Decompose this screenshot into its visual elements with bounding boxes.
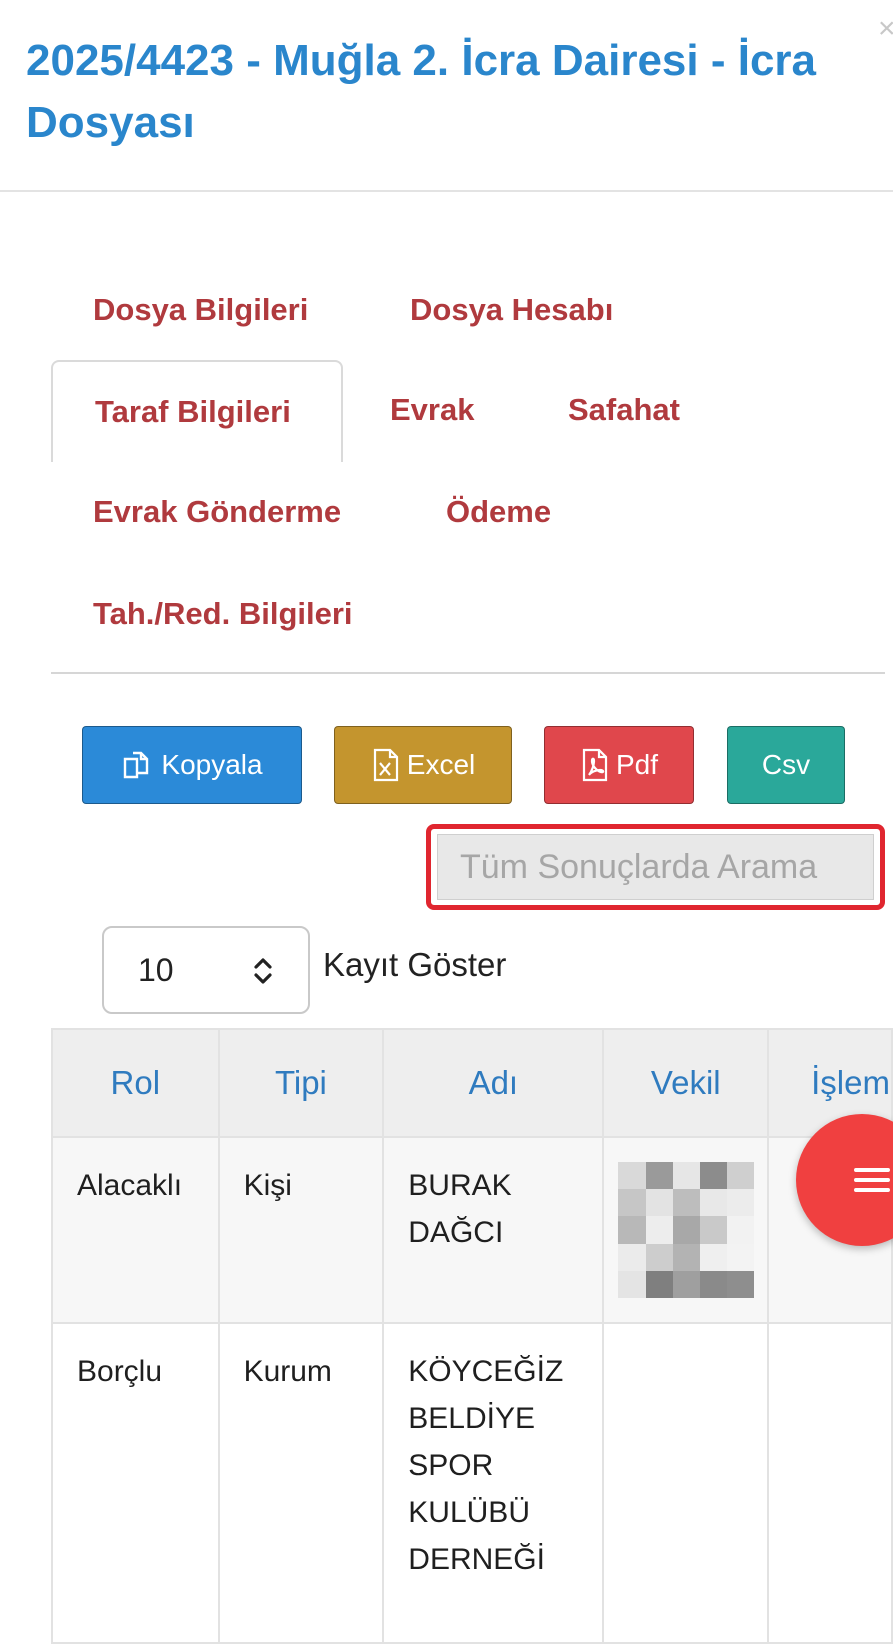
search-input[interactable] (437, 834, 874, 900)
cell-vekil (602, 1322, 770, 1644)
tab-odeme[interactable]: Ödeme (446, 492, 551, 532)
excel-button-label: Excel (406, 749, 476, 780)
page-length-label: Kayıt Göster (323, 946, 507, 983)
column-header-tipi[interactable]: Tipi (217, 1028, 385, 1138)
csv-button-label: Csv (761, 749, 811, 780)
table-row: Alacaklı Kişi BURAK DAĞCI (51, 1136, 893, 1324)
copy-icon (121, 749, 155, 781)
pdf-button[interactable]: Pdf (544, 726, 694, 804)
cell-adi: KÖYCEĞİZ BELDİYE SPOR KULÜBÜ DERNEĞİ (382, 1322, 605, 1644)
excel-file-icon (371, 748, 401, 782)
pdf-file-icon (580, 748, 610, 782)
column-header-rol[interactable]: Rol (51, 1028, 220, 1138)
cell-adi: BURAK DAĞCI (382, 1136, 605, 1324)
column-header-vekil[interactable]: Vekil (602, 1028, 770, 1138)
cell-tipi: Kişi (217, 1136, 385, 1324)
cell-rol: Borçlu (51, 1322, 220, 1644)
page-length-value: 10 (138, 952, 174, 988)
cell-vekil-redacted (602, 1136, 770, 1324)
copy-button[interactable]: Kopyala (82, 726, 302, 804)
select-arrows-icon (252, 954, 274, 993)
table-header-row: Rol Tipi Adı Vekil İşlem (51, 1028, 893, 1138)
tab-evrak[interactable]: Evrak (390, 390, 474, 430)
pdf-button-label: Pdf (615, 749, 659, 780)
tab-tah-red-bilgileri[interactable]: Tah./Red. Bilgileri (93, 594, 353, 634)
copy-button-label: Kopyala (161, 749, 263, 780)
page-title: 2025/4423 - Muğla 2. İcra Dairesi - İcra… (26, 36, 817, 147)
close-icon[interactable]: × (878, 14, 893, 44)
search-highlight (426, 824, 885, 910)
excel-button[interactable]: Excel (334, 726, 512, 804)
tabs-divider (51, 672, 885, 674)
tab-dosya-hesabi[interactable]: Dosya Hesabı (410, 290, 613, 330)
modal-header: 2025/4423 - Muğla 2. İcra Dairesi - İcra… (0, 0, 893, 192)
hamburger-menu-icon (854, 1162, 890, 1203)
parties-table: Rol Tipi Adı Vekil İşlem Alacaklı Kişi B… (51, 1028, 893, 1644)
page-length-select[interactable]: 10 (102, 926, 310, 1014)
cell-islem (767, 1322, 893, 1644)
cell-tipi: Kurum (217, 1322, 385, 1644)
table-row: Borçlu Kurum KÖYCEĞİZ BELDİYE SPOR KULÜB… (51, 1322, 893, 1644)
tab-dosya-bilgileri[interactable]: Dosya Bilgileri (93, 290, 308, 330)
csv-button[interactable]: Csv (727, 726, 845, 804)
tab-taraf-bilgileri[interactable]: Taraf Bilgileri (51, 360, 343, 462)
redacted-pixelation (618, 1162, 755, 1298)
tab-evrak-gonderme[interactable]: Evrak Gönderme (93, 492, 341, 532)
cell-rol: Alacaklı (51, 1136, 220, 1324)
column-header-adi[interactable]: Adı (382, 1028, 605, 1138)
tab-safahat[interactable]: Safahat (568, 390, 680, 430)
